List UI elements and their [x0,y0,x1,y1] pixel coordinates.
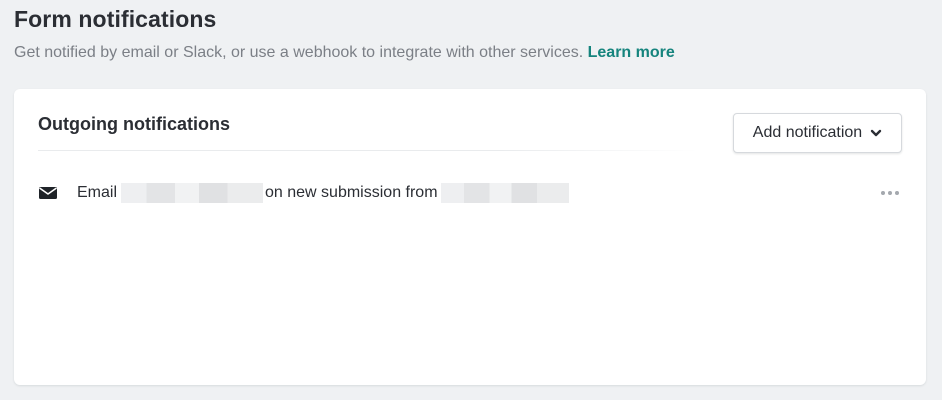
notification-row: Email on new submission from [38,181,902,205]
divider [38,150,698,151]
page-subtitle: Get notified by email or Slack, or use a… [14,44,675,62]
more-options-icon[interactable] [878,187,902,199]
notification-type: Email [77,184,118,201]
subtitle-text: Get notified by email or Slack, or use a… [14,44,584,61]
outgoing-notifications-card: Outgoing notifications Add notification … [14,89,926,385]
learn-more-link[interactable]: Learn more [588,44,675,61]
redacted-form-name [440,183,569,203]
form-notifications-page: Form notifications Get notified by email… [0,0,942,400]
add-notification-button[interactable]: Add notification [733,113,902,153]
card-heading: Outgoing notifications [38,114,230,134]
mail-icon [39,187,57,199]
notification-middle-text: on new submission from [265,184,438,201]
chevron-down-icon [871,129,882,137]
notification-description: Email on new submission from [77,183,569,203]
redacted-recipient [121,183,264,203]
add-notification-label: Add notification [752,124,863,141]
page-title: Form notifications [14,6,217,32]
